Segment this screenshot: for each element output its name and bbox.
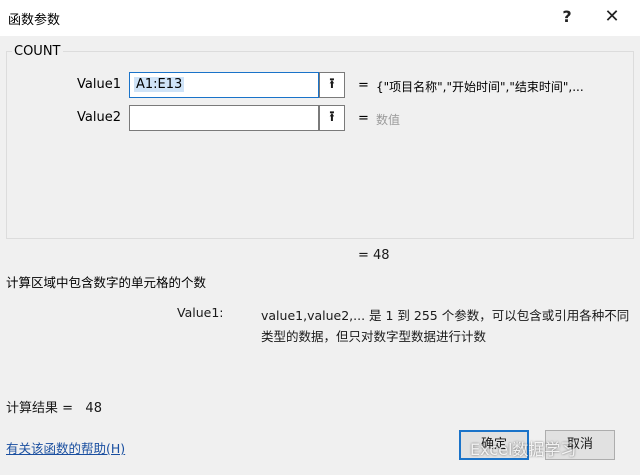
value2-preview: 数值 [376,113,401,127]
close-button[interactable]: ✕ [597,4,627,30]
function-name: COUNT [12,44,63,59]
value1-equals: = [358,78,369,93]
value2-input[interactable] [129,105,319,131]
title-bar: 函数参数 ? ✕ [0,0,640,36]
function-help-link[interactable]: 有关该函数的帮助(H) [6,438,125,457]
value2-equals: = [358,111,369,126]
param-help-name: Value1: [177,305,224,320]
value1-label: Value1 [77,77,121,92]
formula-result: = 48 [358,248,390,263]
calculation-result: 计算结果 = 48 [6,401,102,416]
collapse-icon: ⭱ [329,109,335,125]
value2-label: Value2 [77,110,121,125]
value1-input[interactable]: A1:E13 [129,72,319,98]
param-help-text: value1,value2,... 是 1 到 255 个参数，可以包含或引用各… [261,308,630,344]
dialog-title: 函数参数 [8,13,61,28]
value1-collapse-button[interactable]: ⭱ [319,72,345,98]
value1-preview: {"项目名称","开始时间","结束时间",... [376,80,584,94]
help-button[interactable]: ? [552,4,582,30]
value2-collapse-button[interactable]: ⭱ [319,105,345,131]
collapse-icon: ⭱ [329,76,335,92]
value1-text: A1:E13 [134,77,185,92]
watermark: Excel数据学习 [470,440,577,459]
function-description: 计算区域中包含数字的单元格的个数 [6,275,207,290]
